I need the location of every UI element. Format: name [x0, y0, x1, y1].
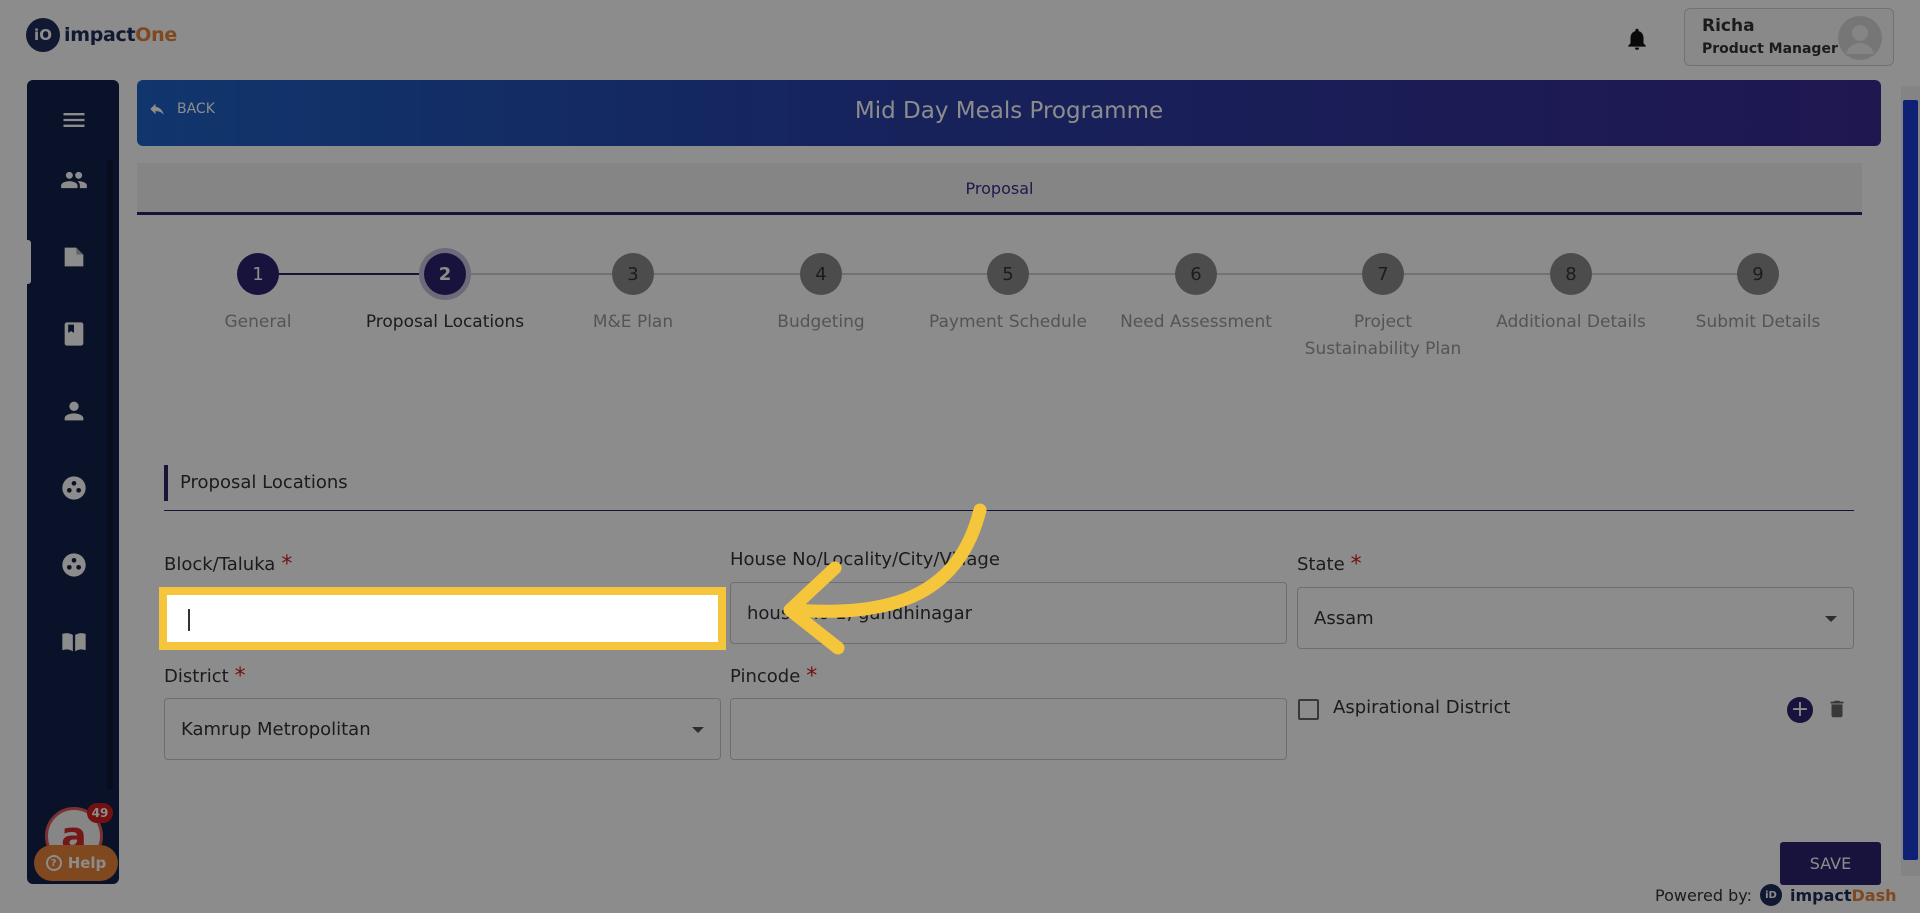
required-marker: * [234, 664, 246, 689]
impactdash-logo-icon: iD [1759, 884, 1782, 906]
house-locality-label: House No/Locality/City/Village [730, 549, 1000, 570]
powered-by-label: Powered by: [1655, 885, 1752, 905]
required-marker: * [1350, 552, 1362, 577]
folder-icon[interactable] [60, 243, 88, 271]
text-cursor [188, 609, 190, 631]
user-avatar-icon [1838, 16, 1882, 60]
house-locality-value: house no 1, gandhinagar [747, 602, 973, 624]
district-select[interactable]: Kamrup Metropolitan [164, 698, 721, 760]
block-taluka-label: Block/Taluka * [164, 552, 292, 577]
aspirational-district-checkbox[interactable] [1298, 699, 1319, 720]
title-banner: BACK Mid Day Meals Programme [137, 80, 1881, 146]
step-circle: 2 [424, 253, 466, 295]
step-4[interactable]: 4 Budgeting [726, 250, 916, 336]
group-icon[interactable] [60, 474, 88, 502]
house-locality-input[interactable]: house no 1, gandhinagar [730, 582, 1287, 644]
scrollbar-thumb[interactable] [1903, 100, 1918, 860]
powered-brand-accent: Dash [1851, 885, 1897, 905]
pincode-input[interactable] [730, 698, 1287, 760]
required-marker: * [281, 552, 293, 577]
chevron-down-icon [692, 727, 704, 733]
step-3[interactable]: 3 M&E Plan [538, 250, 728, 336]
person-icon[interactable] [60, 397, 88, 425]
logo-mark: iO [26, 18, 60, 52]
sidebar-scrollbar[interactable] [107, 160, 113, 790]
step-label: Need Assessment [1120, 312, 1272, 332]
district-label-text: District [164, 666, 229, 687]
state-label: State * [1297, 552, 1362, 577]
step-label: M&E Plan [592, 312, 674, 332]
step-circle: 8 [1550, 253, 1592, 295]
user-role: Product Manager [1702, 41, 1838, 57]
step-circle: 1 [237, 253, 279, 295]
user-name: Richa [1702, 16, 1755, 36]
help-label: Help [67, 854, 107, 872]
delete-icon[interactable] [1826, 696, 1848, 722]
step-label: Additional Details [1496, 312, 1646, 332]
step-1[interactable]: 1 General [163, 250, 353, 336]
sidebar-active-marker [24, 240, 31, 284]
step-8[interactable]: 8 Additional Details [1476, 250, 1666, 336]
required-marker: * [806, 664, 818, 689]
menu-icon[interactable] [60, 106, 88, 134]
top-header: iO impactOne Richa Product Manager [0, 0, 1920, 75]
people-icon[interactable] [60, 166, 88, 194]
group-alt-icon[interactable] [60, 551, 88, 579]
block-taluka-label-text: Block/Taluka [164, 554, 276, 575]
save-button[interactable]: SAVE [1780, 842, 1881, 885]
logo-text-accent: One [135, 24, 177, 46]
state-label-text: State [1297, 554, 1345, 575]
progress-stepper: 1 General 2 Proposal Locations 3 M&E Pla… [137, 250, 1881, 370]
section-title: Proposal Locations [164, 465, 348, 501]
step-circle: 4 [800, 253, 842, 295]
chevron-down-icon [1825, 616, 1837, 622]
pincode-label-text: Pincode [730, 666, 801, 687]
tab-proposal[interactable]: Proposal [137, 163, 1862, 215]
step-6[interactable]: 6 Need Assessment [1101, 250, 1291, 336]
step-9[interactable]: 9 Submit Details [1663, 250, 1853, 336]
notification-badge: 49 [87, 803, 113, 823]
sidebar: a 49 ? Help [24, 80, 119, 884]
step-label: Project Sustainability Plan [1304, 312, 1462, 359]
block-taluka-input-highlight[interactable] [159, 587, 726, 650]
step-circle: 3 [612, 253, 654, 295]
step-label: General [224, 312, 292, 332]
notification-bell-icon[interactable] [1624, 26, 1650, 52]
app-logo[interactable]: iO impactOne [26, 18, 177, 52]
step-5[interactable]: 5 Payment Schedule [913, 250, 1103, 336]
add-location-icon[interactable]: + [1787, 697, 1813, 723]
powered-brand-main: impact [1789, 885, 1852, 905]
step-7[interactable]: 7 Project Sustainability Plan [1288, 250, 1478, 363]
powered-by: Powered by: iD impactDash [1655, 884, 1897, 906]
step-circle: 6 [1175, 253, 1217, 295]
step-circle: 7 [1362, 253, 1404, 295]
open-book-icon[interactable] [60, 628, 88, 656]
district-value: Kamrup Metropolitan [181, 718, 371, 740]
section-divider [164, 510, 1854, 511]
step-label: Payment Schedule [929, 312, 1087, 332]
aspirational-district-label: Aspirational District [1333, 697, 1511, 718]
help-button[interactable]: ? Help [34, 845, 118, 881]
step-circle: 9 [1737, 253, 1779, 295]
district-label: District * [164, 664, 246, 689]
state-select[interactable]: Assam [1297, 587, 1854, 649]
page-title: Mid Day Meals Programme [854, 98, 1164, 124]
step-label: Submit Details [1695, 312, 1821, 332]
pincode-label: Pincode * [730, 664, 817, 689]
state-value: Assam [1314, 607, 1374, 629]
help-question-icon: ? [45, 855, 62, 871]
tab-label: Proposal [965, 179, 1034, 198]
step-label: Budgeting [777, 312, 865, 332]
step-2[interactable]: 2 Proposal Locations [350, 250, 540, 336]
page-scrollbar[interactable] [1901, 86, 1920, 876]
step-circle: 5 [987, 253, 1029, 295]
step-label: Proposal Locations [365, 312, 525, 332]
logo-text-main: impact [64, 24, 136, 46]
user-menu[interactable]: Richa Product Manager [1684, 8, 1894, 66]
book-icon[interactable] [60, 320, 88, 348]
